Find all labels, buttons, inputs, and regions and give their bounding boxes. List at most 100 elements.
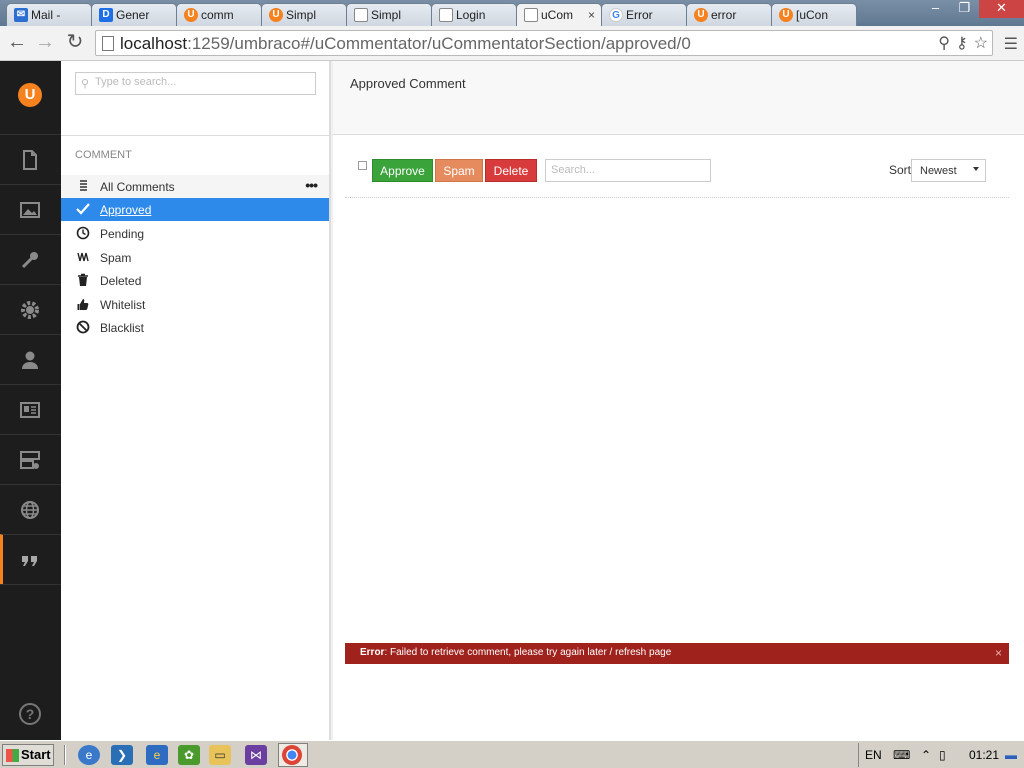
search-icon: ⚲: [81, 78, 90, 90]
members-icon: [20, 402, 40, 418]
check-icon: [76, 203, 90, 215]
show-desktop-icon[interactable]: ▬: [1005, 748, 1017, 762]
tree-item-all-comments[interactable]: All Comments •••: [61, 175, 329, 198]
delete-button[interactable]: Delete: [485, 159, 537, 182]
help-icon[interactable]: ?: [19, 703, 41, 725]
start-button[interactable]: Start: [2, 744, 54, 766]
spam-icon: [77, 252, 89, 262]
tree-title: COMMENT: [75, 149, 132, 161]
folder-icon[interactable]: ▭: [209, 745, 231, 765]
menu-icon[interactable]: ☰: [1004, 34, 1018, 54]
browser-icon[interactable]: e: [78, 745, 100, 765]
approve-button[interactable]: Approve: [372, 159, 433, 182]
powershell-icon[interactable]: ❯: [111, 745, 133, 765]
back-arrow-icon[interactable]: ←: [6, 32, 28, 54]
forward-arrow-icon[interactable]: →: [34, 32, 56, 54]
chrome-taskbar-button[interactable]: [278, 743, 308, 767]
tree-item-approved[interactable]: Approved: [61, 198, 329, 221]
section-developer[interactable]: [0, 234, 61, 284]
browser-tab-active[interactable]: uCom ×: [516, 3, 602, 26]
browser-tab[interactable]: G Error: [601, 3, 687, 26]
trash-icon: [78, 273, 88, 286]
tree-search-input[interactable]: ⚲ Type to search...: [75, 72, 316, 95]
windows-logo-icon: [6, 749, 19, 762]
network-icon[interactable]: ▯: [939, 748, 946, 762]
page-icon: [524, 8, 538, 22]
sort-select[interactable]: Newest: [911, 159, 986, 182]
page-icon: [439, 8, 453, 22]
users-icon: [22, 351, 38, 369]
section-forms[interactable]: [0, 434, 61, 484]
tree-item-pending[interactable]: Pending: [61, 222, 329, 245]
main-panel: Approved Comment Approve Spam Delete Sea…: [333, 61, 1024, 740]
chrome-icon: [282, 745, 302, 765]
section-content[interactable]: [0, 134, 61, 184]
content-icon: [23, 150, 37, 170]
main-header: Approved Comment: [333, 61, 1024, 135]
window-controls: – ❐ ✕: [921, 0, 1024, 20]
windows-taskbar: Start e ❯ e ✿ ▭ ⋈ EN ⌨ ⌃ ▯ 01:21 ▬: [0, 740, 1024, 768]
minimize-icon[interactable]: –: [921, 0, 950, 18]
tree-item-deleted[interactable]: Deleted: [61, 269, 329, 292]
browser-toolbar: ← → ↻ localhost:1259/umbraco#/uCommentat…: [0, 26, 1024, 61]
browser-tab[interactable]: D Gener: [91, 3, 177, 26]
url-text: localhost:1259/umbraco#/uCommentator/uCo…: [120, 34, 691, 53]
tree-item-spam[interactable]: Spam: [61, 246, 329, 269]
sort-label: Sort: [889, 163, 912, 177]
umbraco-icon: U: [184, 8, 198, 22]
browser-tab[interactable]: Login: [431, 3, 517, 26]
block-icon: [76, 320, 90, 334]
section-users[interactable]: [0, 334, 61, 384]
system-tray: EN ⌨ ⌃ ▯ 01:21 ▬: [858, 743, 1024, 767]
close-window-icon[interactable]: ✕: [979, 0, 1024, 18]
zoom-icon[interactable]: ⚲: [938, 33, 950, 53]
list-divider: [345, 197, 1009, 198]
close-icon[interactable]: ×: [995, 646, 1002, 660]
thumbs-up-icon: [77, 299, 89, 310]
tree-item-whitelist[interactable]: Whitelist: [61, 293, 329, 316]
chevron-down-icon: [973, 167, 979, 171]
section-translation[interactable]: [0, 484, 61, 534]
error-notification: Error: Failed to retrieve comment, pleas…: [345, 643, 1009, 664]
keyboard-icon[interactable]: ⌨: [893, 748, 910, 762]
mail-icon: ✉: [14, 8, 28, 22]
clock: 01:21: [969, 748, 1000, 762]
media-icon: [20, 202, 40, 218]
tree-item-blacklist[interactable]: Blacklist: [61, 316, 329, 339]
spam-button[interactable]: Spam: [435, 159, 483, 182]
list-icon: [80, 180, 87, 191]
browser-tab[interactable]: Simpl: [346, 3, 432, 26]
section-settings[interactable]: [0, 284, 61, 334]
settings-icon: [21, 301, 39, 319]
browser-tab[interactable]: U Simpl: [261, 3, 347, 26]
visual-studio-icon[interactable]: ⋈: [245, 745, 267, 765]
bookmark-star-icon[interactable]: ☆: [974, 33, 988, 53]
d-icon: D: [99, 8, 113, 22]
show-hidden-icons[interactable]: ⌃: [921, 748, 931, 762]
google-icon: G: [609, 8, 623, 22]
section-members[interactable]: [0, 384, 61, 434]
browser-tab[interactable]: Uerror: [686, 3, 772, 26]
close-tab-icon[interactable]: ×: [588, 8, 595, 22]
page-icon: [354, 8, 368, 22]
developer-icon: [21, 252, 38, 269]
browser-tab[interactable]: U [uCon: [771, 3, 857, 26]
comment-search-input[interactable]: Search...: [545, 159, 711, 182]
restore-icon[interactable]: ❐: [950, 0, 979, 18]
umbraco-icon: U: [269, 8, 283, 22]
address-bar[interactable]: localhost:1259/umbraco#/uCommentator/uCo…: [95, 30, 993, 56]
reload-icon[interactable]: ↻: [64, 32, 86, 54]
page-icon: [102, 36, 114, 51]
language-indicator[interactable]: EN: [865, 748, 882, 762]
umbraco-logo-icon[interactable]: U: [18, 83, 42, 107]
ucommentator-icon: [22, 556, 37, 566]
more-options-icon[interactable]: •••: [305, 177, 318, 193]
section-media[interactable]: [0, 184, 61, 234]
ie-icon[interactable]: e: [146, 745, 168, 765]
key-icon[interactable]: ⚷: [956, 33, 968, 53]
browser-tab[interactable]: Ucomm: [176, 3, 262, 26]
select-all-checkbox[interactable]: [358, 161, 367, 170]
section-ucommentator[interactable]: [0, 534, 61, 584]
app-icon[interactable]: ✿: [178, 745, 200, 765]
browser-tab[interactable]: ✉ Mail -: [6, 3, 92, 26]
